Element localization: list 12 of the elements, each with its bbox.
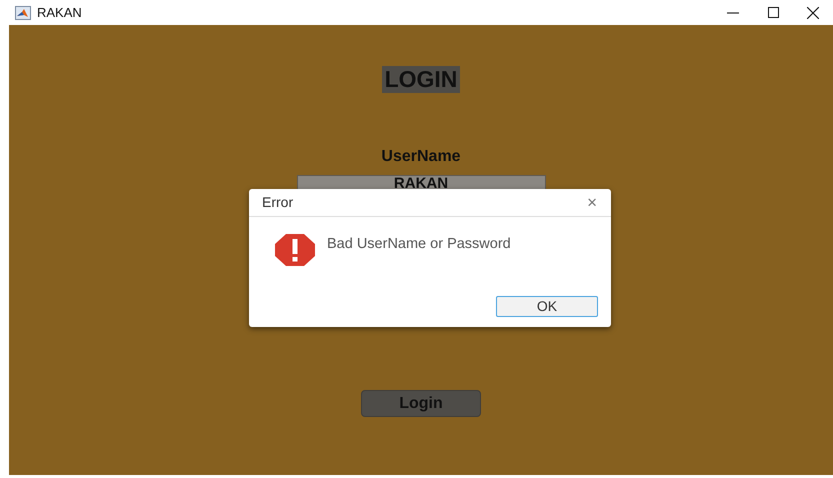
minimize-icon [727, 12, 739, 14]
error-icon [275, 234, 315, 266]
close-button[interactable]: × [585, 194, 599, 211]
window-title: RAKAN [37, 4, 82, 22]
dialog-title: Error [262, 193, 294, 212]
close-icon [807, 6, 819, 18]
maximize-icon [768, 7, 778, 18]
username-label: UserName [381, 147, 461, 167]
app-icon [15, 6, 31, 20]
ok-button[interactable]: OK [496, 296, 598, 317]
login-heading: LOGIN [382, 66, 460, 93]
error-message: Bad UserName or Password [327, 235, 511, 254]
